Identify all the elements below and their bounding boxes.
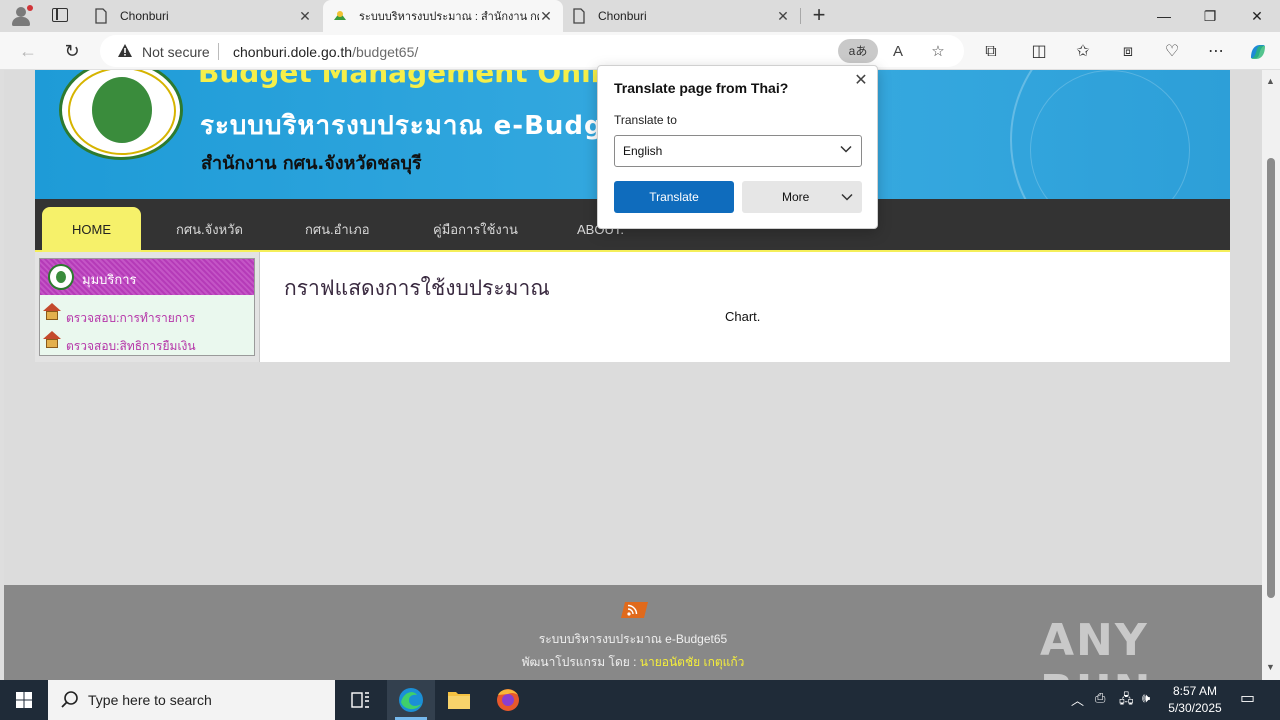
- scroll-thumb[interactable]: [1267, 158, 1275, 598]
- copilot-icon[interactable]: [1247, 41, 1269, 63]
- close-window-icon[interactable]: ✕: [1234, 0, 1280, 32]
- edge-taskbar-icon[interactable]: [387, 680, 435, 720]
- footer-credit-prefix: พัฒนาโปรแกรม โดย :: [521, 655, 637, 669]
- site-footer: ระบบบริหารงบประมาณ e-Budget65 พัฒนาโปรแก…: [4, 585, 1262, 680]
- tab-title: Chonburi: [598, 9, 647, 23]
- volume-icon[interactable]: 🕪: [1142, 690, 1150, 706]
- split-screen-icon[interactable]: ◫: [1028, 41, 1050, 63]
- url-text[interactable]: chonburi.dole.go.th/budget65/: [233, 44, 418, 60]
- page-icon: [95, 8, 107, 24]
- scroll-up-icon[interactable]: ▲: [1266, 76, 1275, 86]
- task-view-icon[interactable]: [336, 680, 384, 720]
- minimize-icon[interactable]: —: [1141, 0, 1187, 32]
- service-header-label: มุมบริการ: [82, 272, 137, 287]
- more-button-label: More: [782, 190, 810, 204]
- url-host: chonburi.dole.go.th: [233, 44, 353, 60]
- sidebar: มุมบริการ ตรวจสอบ:การทำรายการ ตรวจสอบ:สิ…: [35, 252, 260, 362]
- firefox-icon[interactable]: [484, 680, 532, 720]
- agency-seal-logo: [59, 70, 183, 160]
- language-select[interactable]: English: [614, 135, 862, 167]
- chevron-down-icon: [841, 193, 853, 201]
- translate-icon[interactable]: aあ: [838, 39, 878, 63]
- device-icon[interactable]: ⎙: [1095, 690, 1105, 706]
- show-hidden-icons[interactable]: ︿: [1071, 690, 1084, 709]
- menu-province[interactable]: กศน.จังหวัด: [176, 207, 243, 252]
- tab-title: Chonburi: [120, 9, 169, 23]
- restore-icon[interactable]: ❐: [1187, 0, 1233, 32]
- collections-icon[interactable]: ⧈: [1117, 41, 1139, 63]
- sidebar-link-borrow-rights[interactable]: ตรวจสอบ:สิทธิการยืมเงิน: [66, 337, 196, 356]
- address-divider: [218, 43, 219, 60]
- chart-placeholder: Chart.: [725, 309, 761, 324]
- favorite-star-icon[interactable]: ☆: [928, 42, 948, 62]
- menu-manual[interactable]: คู่มือการใช้งาน: [433, 207, 518, 252]
- more-button[interactable]: More: [742, 181, 862, 213]
- tab-divider: [800, 8, 801, 24]
- selected-language: English: [623, 144, 663, 158]
- windows-start-icon[interactable]: [0, 680, 48, 720]
- tab-chonburi-2[interactable]: Chonburi ✕: [562, 0, 800, 32]
- footer-author: นายอนัตชัย เกตุแก้ว: [639, 655, 745, 669]
- page-icon: [573, 8, 585, 24]
- service-box: มุมบริการ ตรวจสอบ:การทำรายการ ตรวจสอบ:สิ…: [39, 258, 255, 356]
- service-header: มุมบริการ: [40, 259, 254, 295]
- sidebar-link-transactions[interactable]: ตรวจสอบ:การทำรายการ: [66, 309, 195, 328]
- network-icon[interactable]: 🖧: [1119, 690, 1134, 712]
- banner-subtitle: สำนักงาน กศน.จังหวัดชลบุรี: [201, 153, 422, 174]
- vertical-scrollbar[interactable]: ▲ ▼: [1262, 70, 1280, 680]
- taskbar: Type here to search ︿ ⎙ 🖧 🕪 8:57 AM 5/30…: [0, 680, 1280, 720]
- translate-popup: Translate page from Thai? ✕ Translate to…: [597, 65, 878, 229]
- back-icon[interactable]: ←: [15, 38, 41, 64]
- translate-to-label: Translate to: [614, 113, 677, 127]
- menu-district[interactable]: กศน.อำเภอ: [305, 207, 370, 252]
- search-icon: [61, 691, 78, 708]
- warning-icon[interactable]: [117, 43, 133, 58]
- notifications-icon[interactable]: ▭: [1240, 688, 1255, 708]
- tab-strip: Chonburi ✕ ระบบบริหารงบประมาณ : สำนักงาน…: [0, 0, 1280, 32]
- close-tab-icon[interactable]: ✕: [776, 8, 790, 25]
- house-icon: [43, 303, 61, 321]
- extensions-icon[interactable]: ⧉: [980, 41, 1002, 63]
- clock-date: 5/30/2025: [1168, 701, 1222, 715]
- security-label[interactable]: Not secure: [142, 44, 210, 60]
- taskbar-clock[interactable]: 8:57 AM 5/30/2025: [1160, 683, 1230, 717]
- close-tab-icon[interactable]: ✕: [298, 8, 312, 25]
- clock-time: 8:57 AM: [1172, 684, 1218, 698]
- chevron-down-icon: [840, 145, 852, 153]
- rss-icon[interactable]: [618, 600, 650, 620]
- seal-icon: [48, 264, 74, 290]
- search-placeholder: Type here to search: [88, 692, 212, 708]
- tab-budget[interactable]: ระบบบริหารงบประมาณ : สำนักงาน กศ ✕: [323, 0, 563, 32]
- more-menu-icon[interactable]: ⋯: [1205, 41, 1227, 63]
- browser-essentials-icon[interactable]: ♡: [1161, 41, 1183, 63]
- new-tab-icon[interactable]: +: [808, 4, 830, 28]
- menu-home[interactable]: HOME: [42, 207, 141, 252]
- house-icon: [43, 331, 61, 349]
- scroll-down-icon[interactable]: ▼: [1266, 662, 1275, 672]
- tab-title: ระบบบริหารงบประมาณ : สำนักงาน กศ: [359, 11, 539, 23]
- url-path: /budget65/: [352, 44, 419, 60]
- refresh-icon[interactable]: ↻: [59, 38, 85, 64]
- translate-popup-title: Translate page from Thai?: [614, 80, 789, 96]
- read-aloud-icon[interactable]: A: [888, 42, 908, 62]
- file-explorer-icon[interactable]: [435, 680, 483, 720]
- translate-button[interactable]: Translate: [614, 181, 734, 213]
- profile-icon[interactable]: [10, 5, 33, 27]
- close-icon[interactable]: ✕: [852, 72, 870, 90]
- taskbar-search[interactable]: Type here to search: [48, 680, 335, 720]
- close-tab-icon[interactable]: ✕: [539, 8, 553, 25]
- tab-chonburi-1[interactable]: Chonburi ✕: [84, 0, 322, 32]
- site-favicon-icon: [334, 11, 346, 20]
- favorites-icon[interactable]: ✩: [1072, 41, 1094, 63]
- main-content: มุมบริการ ตรวจสอบ:การทำรายการ ตรวจสอบ:สิ…: [35, 252, 1230, 362]
- tab-actions-icon[interactable]: [52, 8, 68, 22]
- address-bar[interactable]: Not secure chonburi.dole.go.th/budget65/…: [100, 35, 964, 67]
- banner-top-title: Budget Management Online: [198, 70, 640, 89]
- page-title: กราฟแสดงการใช้งบประมาณ: [284, 276, 550, 300]
- anyrun-watermark: ANY RUN: [1040, 615, 1150, 680]
